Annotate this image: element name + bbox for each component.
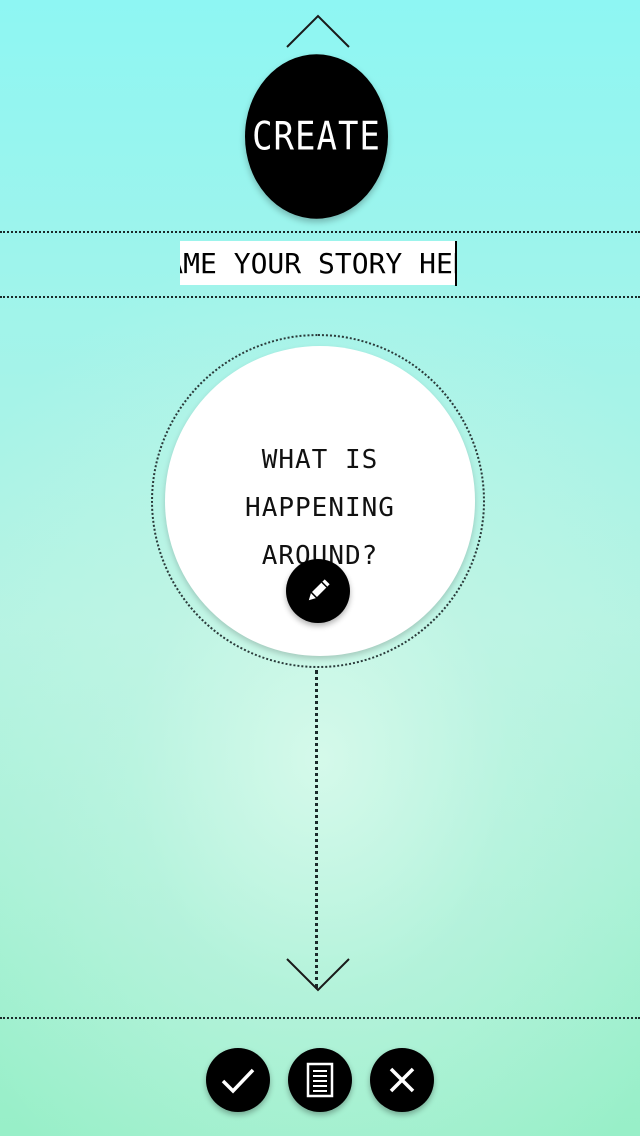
close-button[interactable] (370, 1048, 434, 1112)
divider-top (0, 231, 640, 233)
chevron-up-icon[interactable] (285, 12, 351, 50)
story-title-input[interactable]: NAME YOUR STORY HERE (180, 241, 456, 285)
confirm-button[interactable] (206, 1048, 270, 1112)
text-cursor (455, 241, 457, 286)
edit-button[interactable] (286, 559, 350, 623)
close-icon (387, 1065, 417, 1095)
create-button[interactable]: CREATE (245, 54, 388, 219)
checkmark-icon (220, 1065, 256, 1095)
story-title-placeholder: NAME YOUR STORY HERE (180, 246, 456, 280)
pencil-icon (303, 576, 333, 606)
divider-bottom (0, 296, 640, 298)
document-icon (305, 1062, 335, 1098)
divider-footer (0, 1017, 640, 1019)
connector-line (315, 670, 318, 988)
create-label: CREATE (252, 113, 381, 160)
pages-button[interactable] (288, 1048, 352, 1112)
chevron-down-icon[interactable] (285, 956, 351, 994)
